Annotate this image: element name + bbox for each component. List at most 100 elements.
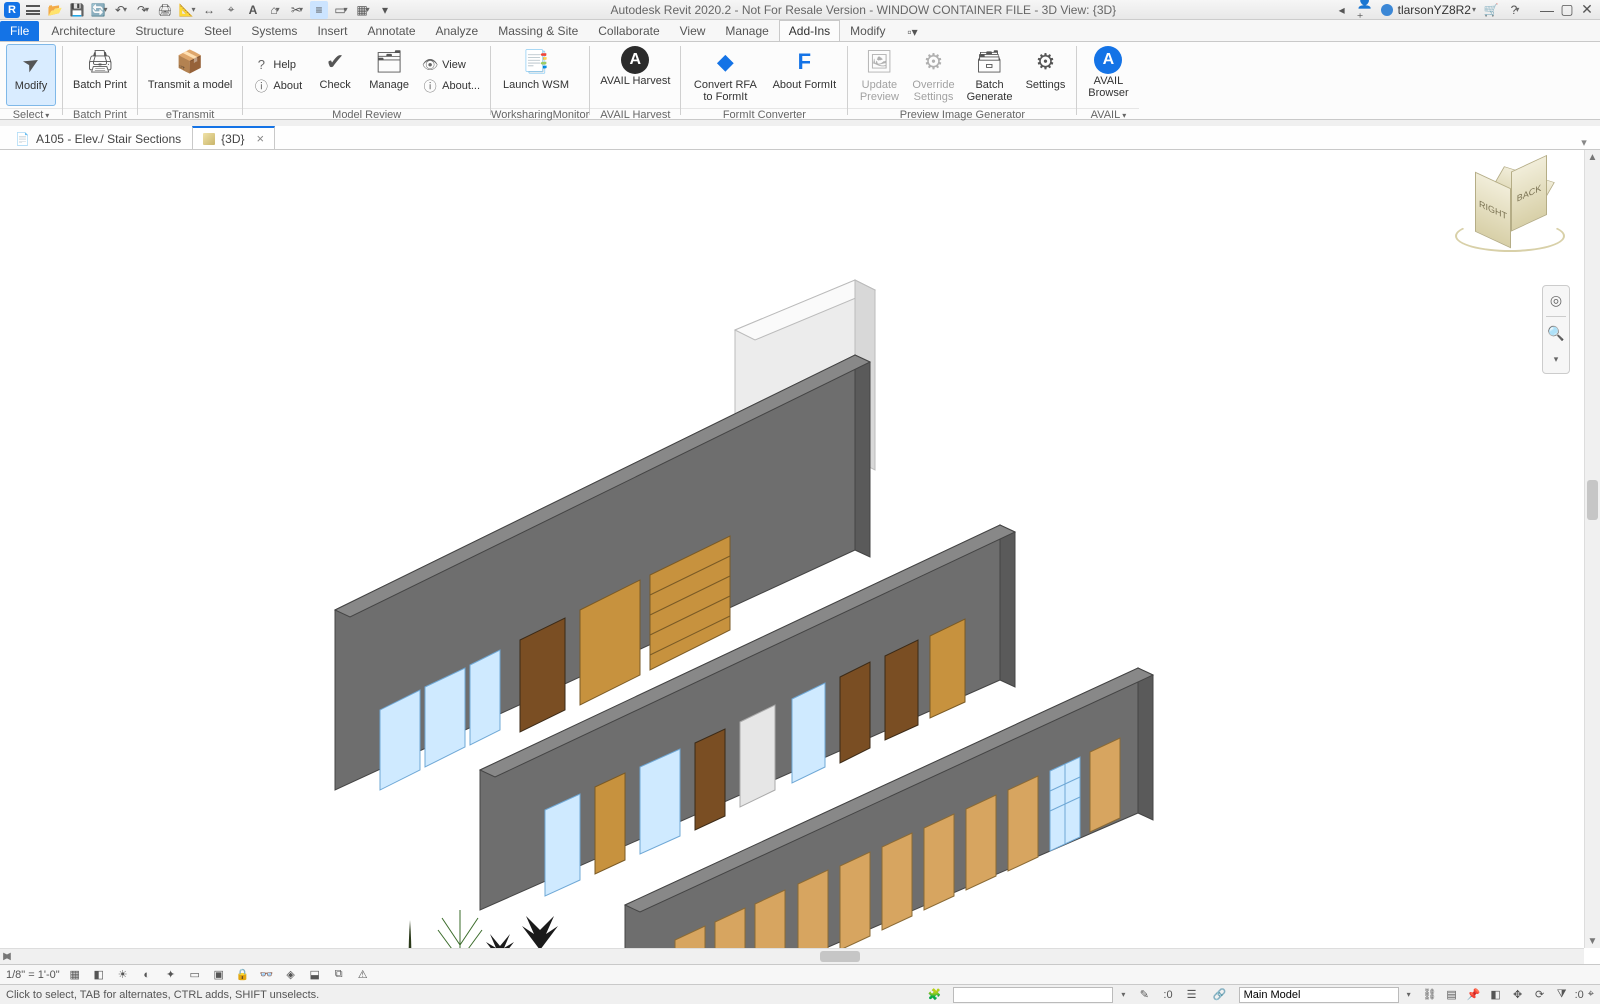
workset-icon[interactable]: 🧩 bbox=[925, 987, 943, 1003]
measure-icon[interactable]: 📐▾ bbox=[178, 1, 196, 19]
horizontal-scrollbar[interactable]: ◀ ▶ bbox=[0, 948, 1584, 964]
tab-steel[interactable]: Steel bbox=[194, 20, 241, 41]
tab-annotate[interactable]: Annotate bbox=[357, 20, 425, 41]
dimension-icon[interactable]: ↔ bbox=[200, 1, 218, 19]
switch-windows-icon[interactable]: ▦▾ bbox=[354, 1, 372, 19]
infocenter-search-icon[interactable]: 👤⁺ bbox=[1357, 1, 1375, 19]
workset-dropdown-icon[interactable]: ▾ bbox=[1121, 990, 1125, 999]
vertical-scrollbar[interactable]: ▲ ▼ bbox=[1584, 150, 1600, 948]
avail-harvest-button[interactable]: A AVAIL Harvest bbox=[596, 44, 674, 106]
nav-dropdown-icon[interactable]: ▾ bbox=[1546, 349, 1566, 369]
full-nav-wheel-icon[interactable]: ◎ bbox=[1546, 290, 1566, 310]
ribbon-min-icon[interactable]: ▫▾ bbox=[904, 23, 922, 41]
user-menu[interactable]: tlarsonYZ8R2▾ bbox=[1381, 3, 1476, 17]
detail-level-icon[interactable]: ▦ bbox=[66, 967, 84, 983]
text-icon[interactable]: A bbox=[244, 1, 262, 19]
sun-path-icon[interactable]: ☀ bbox=[114, 967, 132, 983]
select-face-icon[interactable]: ◧ bbox=[1487, 987, 1505, 1003]
canvas[interactable]: RIGHT BACK ◎ 🔍 ▾ ▲ ▼ ◀ ▶ bbox=[0, 150, 1600, 964]
select-links2-icon[interactable]: ⛓ bbox=[1421, 987, 1439, 1003]
background-process-icon[interactable]: ⟳ bbox=[1531, 987, 1549, 1003]
transmit-model-button[interactable]: 📦 Transmit a model bbox=[144, 44, 237, 106]
sync-icon[interactable]: 🔄▾ bbox=[90, 1, 108, 19]
close-button[interactable]: ✕ bbox=[1578, 2, 1596, 18]
reveal-constraints-icon[interactable]: ⚠ bbox=[354, 967, 372, 983]
reveal-hidden-icon[interactable]: ◈ bbox=[282, 967, 300, 983]
tab-collaborate[interactable]: Collaborate bbox=[588, 20, 669, 41]
about2-button[interactable]: ⓘAbout... bbox=[418, 76, 484, 96]
print-icon[interactable]: 🖨 bbox=[156, 1, 174, 19]
modify-button[interactable]: ➤ Modify bbox=[6, 44, 56, 106]
scroll-right-icon[interactable]: ▶ bbox=[0, 949, 14, 964]
scroll-up-icon[interactable]: ▲ bbox=[1585, 150, 1600, 164]
tab-architecture[interactable]: Architecture bbox=[41, 20, 125, 41]
zoom-icon[interactable]: 🔍 bbox=[1546, 323, 1566, 343]
tab-massing-site[interactable]: Massing & Site bbox=[488, 20, 588, 41]
vertical-scroll-thumb[interactable] bbox=[1587, 480, 1598, 520]
infocenter-back-icon[interactable]: ◂ bbox=[1333, 1, 1351, 19]
tab-manage[interactable]: Manage bbox=[715, 20, 778, 41]
active-workset-select[interactable] bbox=[953, 987, 1113, 1003]
file-tab[interactable]: File bbox=[0, 21, 39, 41]
tab-add-ins[interactable]: Add-Ins bbox=[779, 20, 840, 41]
help-menu-icon[interactable]: ?▾ bbox=[1506, 1, 1524, 19]
editable-only-icon[interactable]: ✎ bbox=[1135, 987, 1153, 1003]
3d-view-icon[interactable]: ⌂▾ bbox=[266, 1, 284, 19]
design-option-select[interactable] bbox=[1239, 987, 1399, 1003]
view-scale-button[interactable]: 1/8" = 1'-0" bbox=[6, 969, 60, 981]
select-pinned-icon[interactable]: 📌 bbox=[1465, 987, 1483, 1003]
redo-icon[interactable]: ↷▾ bbox=[134, 1, 152, 19]
filter-icon[interactable]: ⧩ bbox=[1553, 987, 1571, 1003]
tab-structure[interactable]: Structure bbox=[125, 20, 194, 41]
tab-systems[interactable]: Systems bbox=[241, 20, 307, 41]
model-dropdown-icon[interactable]: ▾ bbox=[1407, 990, 1411, 999]
close-windows-icon[interactable]: ▭▾ bbox=[332, 1, 350, 19]
rendering-icon[interactable]: ✦ bbox=[162, 967, 180, 983]
about-button[interactable]: ⓘAbout bbox=[249, 76, 306, 96]
select-links-icon[interactable]: 🔗 bbox=[1211, 987, 1229, 1003]
about-formit-button[interactable]: F About FormIt bbox=[767, 44, 841, 106]
doc-tab-close-icon[interactable]: × bbox=[257, 131, 265, 146]
app-store-icon[interactable]: 🛒 bbox=[1482, 1, 1500, 19]
tab-analyze[interactable]: Analyze bbox=[426, 20, 489, 41]
settings-button[interactable]: ⚙ Settings bbox=[1020, 44, 1070, 106]
lock-view-icon[interactable]: 🔒 bbox=[234, 967, 252, 983]
drag-elements-icon[interactable]: ✥ bbox=[1509, 987, 1527, 1003]
doc-tabs-overflow-icon[interactable]: ▾ bbox=[1576, 135, 1592, 149]
doc-tab-3d[interactable]: {3D} × bbox=[192, 126, 275, 149]
design-options-icon[interactable]: ☰ bbox=[1183, 987, 1201, 1003]
tab-modify[interactable]: Modify bbox=[840, 20, 895, 41]
viewcube[interactable]: RIGHT BACK bbox=[1450, 170, 1570, 270]
batch-generate-button[interactable]: 🗃 Batch Generate bbox=[963, 44, 1017, 106]
qat-dropdown-icon[interactable]: ▾ bbox=[376, 1, 394, 19]
crop-region-icon[interactable]: ▣ bbox=[210, 967, 228, 983]
convert-rfa-button[interactable]: ◆ Convert RFA to FormIt bbox=[687, 44, 763, 106]
save-icon[interactable]: 💾 bbox=[68, 1, 86, 19]
viewcube-compass[interactable] bbox=[1455, 220, 1565, 252]
visual-style-icon[interactable]: ◧ bbox=[90, 967, 108, 983]
shadows-icon[interactable]: ◐ bbox=[138, 967, 156, 983]
revit-logo-icon[interactable]: R bbox=[4, 2, 20, 18]
select-underlay-icon[interactable]: ▤ bbox=[1443, 987, 1461, 1003]
section-icon[interactable]: ✂▾ bbox=[288, 1, 306, 19]
view-button[interactable]: 👁View bbox=[418, 55, 484, 75]
horizontal-scroll-thumb[interactable] bbox=[820, 951, 860, 962]
tab-insert[interactable]: Insert bbox=[307, 20, 357, 41]
avail-browser-button[interactable]: A AVAIL Browser bbox=[1083, 44, 1133, 106]
scroll-down-icon[interactable]: ▼ bbox=[1585, 934, 1600, 948]
temp-hide-icon[interactable]: 👓 bbox=[258, 967, 276, 983]
crop-view-icon[interactable]: ▭ bbox=[186, 967, 204, 983]
batch-print-button[interactable]: 🖨 Batch Print bbox=[69, 44, 131, 106]
maximize-button[interactable]: ▢ bbox=[1558, 2, 1576, 18]
thin-lines-icon[interactable]: ≡ bbox=[310, 1, 328, 19]
worksharing-display-icon[interactable]: ⬓ bbox=[306, 967, 324, 983]
tab-view[interactable]: View bbox=[670, 20, 716, 41]
help-button[interactable]: ?Help bbox=[249, 55, 306, 75]
open-icon[interactable]: 📂 bbox=[46, 1, 64, 19]
analytical-icon[interactable]: ⧉ bbox=[330, 967, 348, 983]
menu-icon[interactable] bbox=[24, 1, 42, 19]
launch-wsm-button[interactable]: 📑 Launch WSM bbox=[497, 44, 575, 106]
doc-tab-a105[interactable]: 📄 A105 - Elev./ Stair Sections bbox=[4, 128, 192, 149]
check-button[interactable]: ✔ Check bbox=[310, 44, 360, 106]
manage-button[interactable]: 🗂 Manage bbox=[364, 44, 414, 106]
